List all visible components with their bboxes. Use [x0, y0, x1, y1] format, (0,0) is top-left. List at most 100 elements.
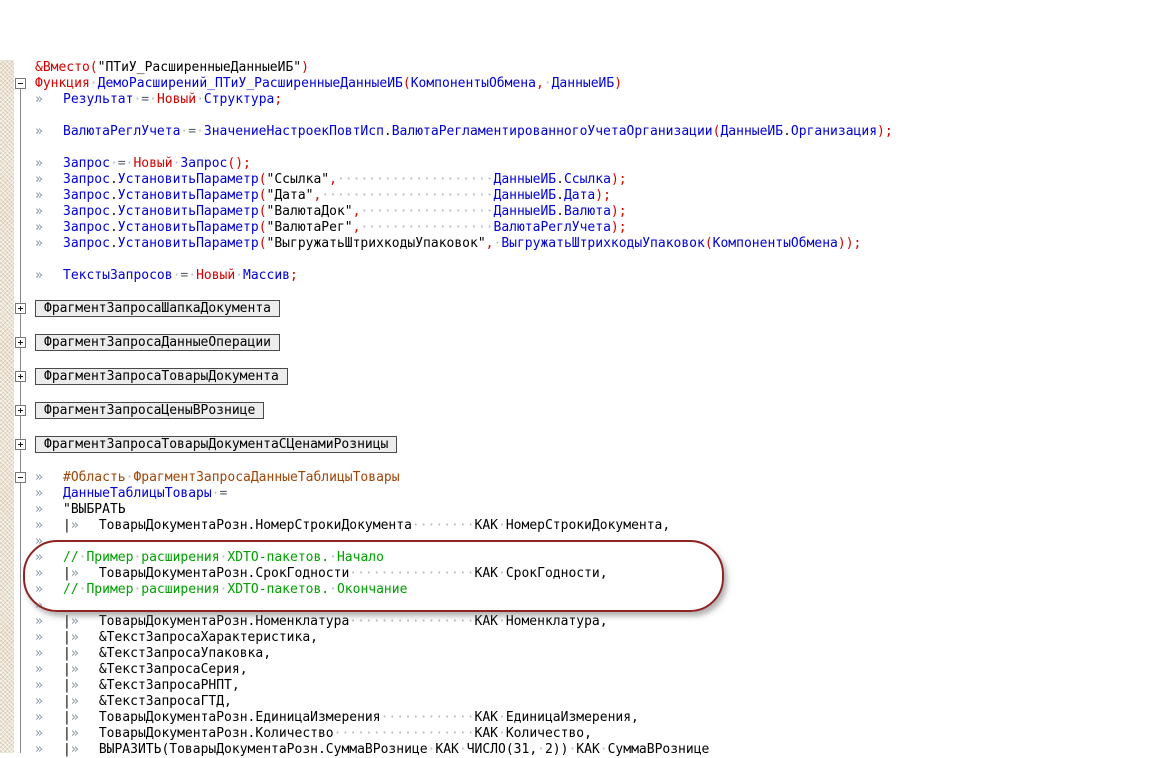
code-token: ДемоРасширений_ПТиУ_РасширенныеДанныеИБ — [98, 76, 403, 91]
code-text: »ВалютаРеглУчета·=·ЗначениеНастроекПовтИ… — [35, 124, 1152, 140]
code-token: &ТекстЗапросаРНПТ, — [99, 678, 240, 693]
code-token: Запрос — [63, 172, 110, 187]
code-token: · — [544, 76, 552, 91]
blank-line — [0, 386, 1152, 402]
collapsed-fragment-box[interactable]: ФрагментЗапросаЦеныВРознице — [35, 402, 264, 419]
code-line: »|»ТоварыДокументаРозн.НомерСтрокиДокуме… — [0, 518, 1152, 534]
code-text: »"ВЫБРАТЬ — [35, 502, 1152, 518]
code-token: · — [498, 710, 506, 725]
code-token: · — [149, 92, 157, 107]
code-line: &Вместо("ПТиУ_РасширенныеДанныеИБ") — [0, 60, 1152, 76]
blank-line — [0, 352, 1152, 368]
fold-expand-icon[interactable] — [15, 337, 26, 348]
collapsed-fragment-box[interactable]: ФрагментЗапросаШапкаДокумента — [35, 300, 280, 317]
tab-marker-icon: » — [35, 598, 63, 614]
code-token: ················· — [360, 220, 493, 235]
code-token: )); — [838, 236, 861, 251]
code-token: Новый — [196, 268, 235, 283]
code-text: »Запрос.УстановитьПараметр("ВалютаРег",·… — [35, 220, 1152, 236]
code-token: ( — [403, 76, 411, 91]
code-token: , — [329, 172, 337, 187]
code-token: КАК — [475, 566, 498, 581]
code-token: ); — [611, 172, 627, 187]
code-token: ) — [614, 76, 622, 91]
code-line: »"ВЫБРАТЬ — [0, 502, 1152, 518]
code-token: Ссылка — [564, 172, 611, 187]
tab-marker-icon: » — [35, 646, 63, 662]
code-line: »|»&ТекстЗапросаРНПТ, — [0, 678, 1152, 694]
code-token: "ВалютаДок" — [267, 204, 353, 219]
code-text: »|»&ТекстЗапросаУпаковка, — [35, 646, 1152, 662]
tab-marker-icon: » — [35, 518, 63, 534]
code-line: »Запрос.УстановитьПараметр("Ссылка",····… — [0, 172, 1152, 188]
tab-marker-icon: » — [35, 566, 63, 582]
fold-expand-icon[interactable] — [15, 405, 26, 416]
collapsed-fragment-box[interactable]: ФрагментЗапросаТоварыДокументаСЦенамиРоз… — [35, 436, 397, 453]
code-token: · — [459, 742, 467, 757]
tab-marker-icon: » — [71, 518, 99, 534]
tab-marker-icon: » — [71, 614, 99, 630]
code-token: · — [110, 156, 118, 171]
code-token: ДанныеИБ — [494, 204, 557, 219]
tab-marker-icon: » — [35, 678, 63, 694]
tab-marker-icon: » — [71, 742, 99, 758]
code-text: » — [35, 534, 1152, 550]
code-token: Организация — [791, 124, 877, 139]
tab-marker-icon: » — [35, 204, 63, 220]
code-token: · — [498, 566, 506, 581]
code-line: »|»ВЫРАЗИТЬ(ТоварыДокументаРозн.СуммаВРо… — [0, 742, 1152, 758]
code-token: КАК — [475, 710, 498, 725]
code-token: КАК — [435, 742, 458, 757]
fold-expand-icon[interactable] — [15, 439, 26, 450]
code-token: Количество, — [506, 726, 592, 741]
code-line: »Запрос.УстановитьПараметр("ВалютаРег",·… — [0, 220, 1152, 236]
code-line: » — [0, 534, 1152, 550]
code-token: ················ — [349, 566, 474, 581]
code-token: . — [110, 204, 118, 219]
code-token: = — [220, 486, 228, 501]
code-token: СуммаВРознице — [608, 742, 710, 757]
code-token: ···················· — [337, 172, 494, 187]
code-text: »#Область·ФрагментЗапросаДанныеТаблицыТо… — [35, 470, 1152, 486]
code-token: НомерСтрокиДокумента, — [506, 518, 670, 533]
code-token: = — [188, 124, 196, 139]
code-line: »|»ТоварыДокументаРозн.Номенклатура·····… — [0, 614, 1152, 630]
tab-marker-icon: » — [35, 742, 63, 758]
code-text: »Запрос.УстановитьПараметр("ВыгружатьШтр… — [35, 236, 1152, 252]
blank-line — [0, 318, 1152, 334]
code-token: ( — [90, 60, 98, 75]
collapsed-fragment-box[interactable]: ФрагментЗапросаТоварыДокумента — [35, 368, 288, 385]
code-token: Запрос — [63, 236, 110, 251]
blank-line — [0, 108, 1152, 124]
code-text: »|»&ТекстЗапросаГТД, — [35, 694, 1152, 710]
code-token: ДанныеИБ — [552, 76, 615, 91]
fold-collapse-icon[interactable] — [15, 78, 26, 89]
tab-marker-icon: » — [71, 662, 99, 678]
code-token: · — [90, 76, 98, 91]
code-token: · — [498, 518, 506, 533]
code-token: · — [212, 486, 220, 501]
fold-expand-icon[interactable] — [15, 371, 26, 382]
code-token: ( — [259, 188, 267, 203]
tab-marker-icon: » — [35, 268, 63, 284]
tab-marker-icon: » — [71, 566, 99, 582]
code-token: УстановитьПараметр — [118, 172, 259, 187]
code-token: &ТекстЗапросаГТД, — [99, 694, 232, 709]
code-token: ДанныеИБ — [720, 124, 783, 139]
code-token: Запрос — [63, 204, 110, 219]
code-line: »Запрос.УстановитьПараметр("ВыгружатьШтр… — [0, 236, 1152, 252]
code-token: XDTO-пакетов. — [227, 582, 329, 597]
code-token: ТоварыДокументаРозн.СрокГодности — [99, 566, 349, 581]
fold-expand-icon[interactable] — [15, 303, 26, 314]
collapsed-fragment-row: ФрагментЗапросаТоварыДокументаСЦенамиРоз… — [0, 436, 1152, 454]
collapsed-fragment-box[interactable]: ФрагментЗапросаДанныеОперации — [35, 334, 280, 351]
code-token: | — [63, 646, 71, 661]
code-token: = — [118, 156, 126, 171]
code-text: »|»ТоварыДокументаРозн.Количество·······… — [35, 726, 1152, 742]
code-line: »ВалютаРеглУчета·=·ЗначениеНастроекПовтИ… — [0, 124, 1152, 140]
code-token: ( — [259, 204, 267, 219]
code-token: "ПТиУ_РасширенныеДанныеИБ" — [98, 60, 302, 75]
code-token: &ТекстЗапросаУпаковка, — [99, 646, 271, 661]
code-token: · — [498, 726, 506, 741]
fold-collapse-icon[interactable] — [15, 472, 26, 483]
